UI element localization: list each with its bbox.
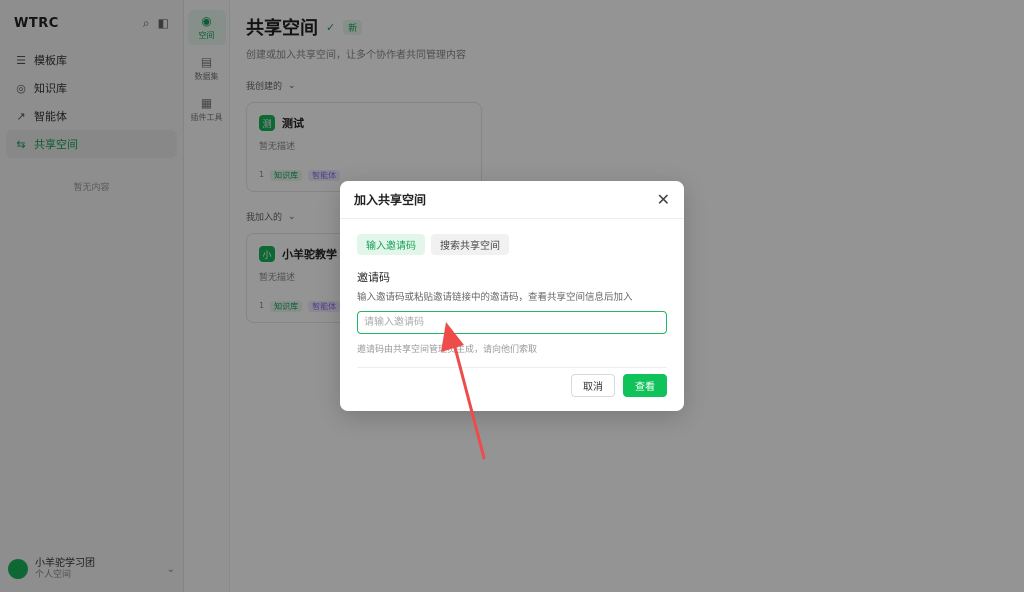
dialog-tabs: 输入邀请码 搜索共享空间 bbox=[357, 234, 667, 255]
tab-search-space[interactable]: 搜索共享空间 bbox=[431, 234, 509, 255]
invite-code-hint: 邀请码由共享空间管理员生成，请向他们索取 bbox=[357, 345, 538, 355]
dialog-header: 加入共享空间 ✕ bbox=[340, 181, 684, 219]
dialog-footer: 取消 查看 bbox=[571, 374, 667, 397]
close-icon[interactable]: ✕ bbox=[657, 191, 670, 208]
view-button[interactable]: 查看 bbox=[623, 374, 667, 397]
dialog-body: 输入邀请码 搜索共享空间 邀请码 输入邀请码或粘贴邀请链接中的邀请码，查看共享空… bbox=[340, 219, 684, 368]
dialog-divider bbox=[357, 367, 667, 368]
invite-code-label: 邀请码 bbox=[357, 271, 390, 284]
cancel-button[interactable]: 取消 bbox=[571, 374, 615, 397]
join-space-dialog: 加入共享空间 ✕ 输入邀请码 搜索共享空间 邀请码 输入邀请码或粘贴邀请链接中的… bbox=[340, 181, 684, 411]
tab-invite-code[interactable]: 输入邀请码 bbox=[357, 234, 425, 255]
invite-code-input[interactable] bbox=[357, 311, 667, 334]
invite-code-description: 输入邀请码或粘贴邀请链接中的邀请码，查看共享空间信息后加入 bbox=[357, 292, 633, 303]
dialog-title: 加入共享空间 bbox=[354, 193, 427, 207]
